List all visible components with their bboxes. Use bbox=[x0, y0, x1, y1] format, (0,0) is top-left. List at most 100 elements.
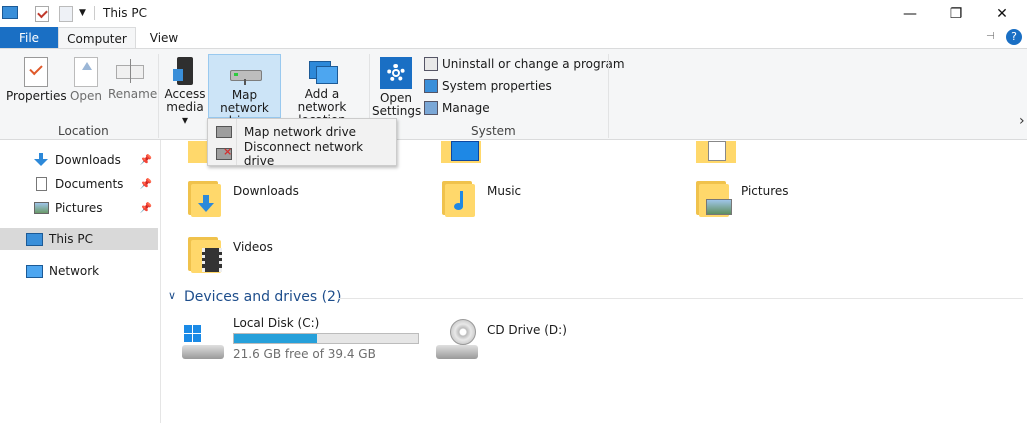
location-group-label: Location bbox=[58, 124, 109, 138]
nav-item-pictures[interactable]: Pictures 📌 bbox=[0, 197, 158, 219]
disk-usage-bar bbox=[233, 333, 419, 344]
menu-item-label: Disconnect network drive bbox=[243, 140, 364, 168]
documents-icon-partial bbox=[696, 141, 736, 163]
nav-item-documents[interactable]: Documents 📌 bbox=[0, 173, 158, 195]
pin-ribbon-icon[interactable]: ⊣ bbox=[986, 31, 995, 42]
folder-videos[interactable]: Videos bbox=[186, 235, 406, 279]
cd-drive-icon bbox=[436, 319, 480, 361]
manage-label: Manage bbox=[442, 101, 490, 115]
system-properties-icon bbox=[424, 79, 438, 93]
open-button[interactable]: Open bbox=[67, 57, 105, 103]
menu-item-disconnect-network-drive[interactable]: × Disconnect network drive bbox=[208, 140, 396, 168]
add-network-location-button[interactable]: Add a network location bbox=[283, 57, 361, 127]
uninstall-label: Uninstall or change a program bbox=[442, 57, 625, 71]
drive-name: Local Disk (C:) bbox=[233, 316, 320, 330]
nav-label: Pictures bbox=[55, 201, 103, 215]
open-settings-label-2: Settings bbox=[372, 104, 422, 118]
restore-button[interactable]: ❐ bbox=[933, 0, 979, 27]
help-icon[interactable]: ? bbox=[1006, 29, 1022, 45]
header-divider bbox=[338, 298, 1023, 299]
tab-file[interactable]: File bbox=[0, 27, 58, 48]
drive-local-disk-c[interactable]: Local Disk (C:) 21.6 GB free of 39.4 GB bbox=[180, 315, 430, 365]
computer-icon bbox=[2, 6, 18, 19]
uninstall-program-command[interactable]: Uninstall or change a program bbox=[424, 57, 625, 71]
nav-label: Network bbox=[49, 264, 100, 278]
properties-label: Properties bbox=[6, 89, 67, 103]
network-drive-icon bbox=[229, 58, 262, 86]
open-label: Open bbox=[69, 89, 103, 103]
add-network-location-label-1: Add a network bbox=[297, 87, 347, 114]
pin-icon[interactable]: 📌 bbox=[140, 155, 152, 166]
rename-button[interactable]: Rename bbox=[108, 57, 158, 101]
drive-cd-d[interactable]: CD Drive (D:) bbox=[434, 315, 684, 365]
ribbon-scroll-right-icon[interactable]: › bbox=[1019, 113, 1025, 129]
rename-icon bbox=[116, 57, 144, 85]
nav-label: Documents bbox=[55, 177, 124, 191]
download-arrow-icon bbox=[34, 153, 48, 167]
access-media-label-2: media ▾ bbox=[166, 100, 204, 127]
properties-button[interactable]: Properties bbox=[6, 57, 67, 103]
window-title: This PC bbox=[103, 6, 147, 20]
open-settings-button[interactable]: Open Settings bbox=[372, 57, 422, 118]
rename-label: Rename bbox=[108, 87, 158, 101]
ribbon: Properties Open Rename Location Access m… bbox=[0, 48, 1027, 140]
pictures-folder-icon bbox=[696, 181, 732, 217]
group-separator bbox=[158, 54, 159, 138]
chevron-down-icon: ∨ bbox=[168, 289, 177, 302]
title-separator bbox=[94, 6, 95, 20]
folder-pictures[interactable]: Pictures bbox=[694, 178, 914, 222]
devices-section-header[interactable]: ∨ Devices and drives (2) bbox=[168, 289, 1023, 307]
close-button[interactable]: ✕ bbox=[979, 0, 1025, 27]
videos-folder-icon bbox=[188, 237, 222, 273]
drive-name: CD Drive (D:) bbox=[487, 323, 567, 337]
properties-icon bbox=[24, 57, 48, 87]
disconnect-drive-icon: × bbox=[216, 145, 232, 160]
drive-free-space: 21.6 GB free of 39.4 GB bbox=[233, 347, 376, 361]
qat-customize-icon[interactable]: ▼ bbox=[79, 8, 86, 18]
qat-properties-icon[interactable] bbox=[35, 6, 49, 22]
gear-icon bbox=[380, 57, 412, 89]
manage-icon bbox=[424, 101, 438, 115]
access-media-button[interactable]: Access media ▾ bbox=[163, 57, 207, 127]
pin-icon[interactable]: 📌 bbox=[140, 203, 152, 214]
disk-usage-fill bbox=[234, 334, 318, 343]
map-network-drive-label-1: Map network bbox=[220, 88, 269, 115]
folder-name: Pictures bbox=[741, 184, 789, 198]
map-network-drive-button[interactable]: Map network drive ▾ bbox=[208, 54, 281, 128]
folder-name: Downloads bbox=[233, 184, 299, 198]
system-group-label: System bbox=[471, 124, 516, 138]
desktop-icon-partial bbox=[441, 141, 481, 163]
folder-music[interactable]: Music bbox=[440, 178, 660, 222]
folder-name: Music bbox=[487, 184, 522, 198]
map-drive-dropdown-menu: Map network drive × Disconnect network d… bbox=[207, 118, 397, 168]
nav-item-network[interactable]: Network bbox=[0, 260, 158, 282]
nav-item-downloads[interactable]: Downloads 📌 bbox=[0, 149, 158, 171]
qat-new-folder-icon[interactable] bbox=[59, 6, 73, 22]
add-network-location-icon bbox=[307, 57, 338, 85]
downloads-folder-icon bbox=[188, 181, 221, 217]
access-media-icon bbox=[171, 57, 199, 85]
nav-label: This PC bbox=[49, 232, 93, 246]
group-separator bbox=[608, 54, 609, 138]
music-folder-icon bbox=[442, 181, 475, 217]
navigation-pane: Downloads 📌 Documents 📌 Pictures 📌 This … bbox=[0, 140, 161, 423]
menu-item-label: Map network drive bbox=[244, 125, 357, 139]
folder-name: Videos bbox=[233, 240, 273, 254]
network-icon bbox=[26, 264, 43, 278]
folder-downloads[interactable]: Downloads bbox=[186, 178, 406, 222]
nav-label: Downloads bbox=[55, 153, 121, 167]
open-icon bbox=[74, 57, 98, 87]
nav-item-this-pc[interactable]: This PC bbox=[0, 228, 158, 250]
system-properties-label: System properties bbox=[442, 79, 552, 93]
network-drive-icon bbox=[216, 126, 232, 138]
windows-drive-icon bbox=[182, 323, 226, 361]
computer-icon bbox=[26, 232, 43, 246]
manage-command[interactable]: Manage bbox=[424, 101, 490, 115]
tab-computer[interactable]: Computer bbox=[58, 27, 136, 49]
uninstall-icon bbox=[424, 57, 438, 71]
pin-icon[interactable]: 📌 bbox=[140, 179, 152, 190]
document-icon bbox=[36, 177, 47, 191]
system-properties-command[interactable]: System properties bbox=[424, 79, 552, 93]
minimize-button[interactable]: — bbox=[887, 0, 933, 27]
tab-view[interactable]: View bbox=[137, 27, 191, 49]
